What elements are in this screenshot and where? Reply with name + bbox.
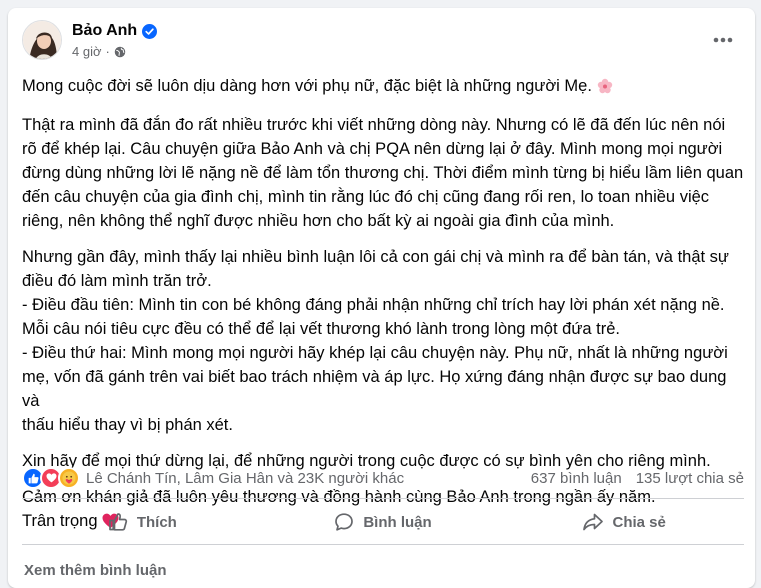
comment-icon [335,513,354,531]
globe-icon[interactable] [114,46,126,58]
author-name[interactable]: Bảo Anh [72,22,137,40]
more-options-icon [713,37,733,43]
view-more-comments-link[interactable]: Xem thêm bình luận [24,562,167,579]
flower-emoji-icon [597,77,613,101]
post-paragraph: Mong cuộc đời sẽ luôn dịu dàng hơn với p… [22,74,747,101]
post-stats: Lê Chánh Tín, Lâm Gia Hân và 23K người k… [22,466,744,490]
stats-counts: 637 bình luận 135 lượt chia sẻ [531,470,744,487]
share-icon [582,513,603,531]
share-label: Chia sẻ [612,513,666,531]
comment-button[interactable]: Bình luận [263,505,504,539]
like-button[interactable]: Thích [22,505,263,539]
comment-count[interactable]: 637 bình luận [531,470,622,487]
post-card: Bảo Anh 4 giờ · Mong cuộc đời sẽ luôn dị… [8,8,755,588]
reactors-text[interactable]: Lê Chánh Tín, Lâm Gia Hân và 23K người k… [86,470,404,487]
post-meta: 4 giờ · [72,44,126,59]
stats-divider [22,498,744,499]
post-paragraph: Nhưng gần đây, mình thấy lại nhiều bình … [22,248,729,434]
care-reaction-icon [58,467,80,489]
meta-separator: · [105,44,110,59]
verified-badge-icon [142,23,158,39]
more-options-button[interactable] [708,30,738,50]
reaction-summary[interactable]: Lê Chánh Tín, Lâm Gia Hân và 23K người k… [22,467,404,489]
like-icon [108,513,127,531]
like-label: Thích [136,513,177,531]
post-time[interactable]: 4 giờ [72,44,102,59]
author-name-row: Bảo Anh [72,22,158,40]
post-header: Bảo Anh 4 giờ · [22,20,742,64]
author-avatar[interactable] [22,20,62,60]
share-button[interactable]: Chia sẻ [503,505,744,539]
share-count[interactable]: 135 lượt chia sẻ [636,470,744,487]
post-paragraph: Thật ra mình đã đắn đo rất nhiều trước k… [22,116,744,230]
action-bar: Thích Bình luận Chia sẻ [22,505,744,539]
comment-label: Bình luận [363,513,432,531]
actions-divider [22,544,744,545]
avatar-image [23,21,61,59]
